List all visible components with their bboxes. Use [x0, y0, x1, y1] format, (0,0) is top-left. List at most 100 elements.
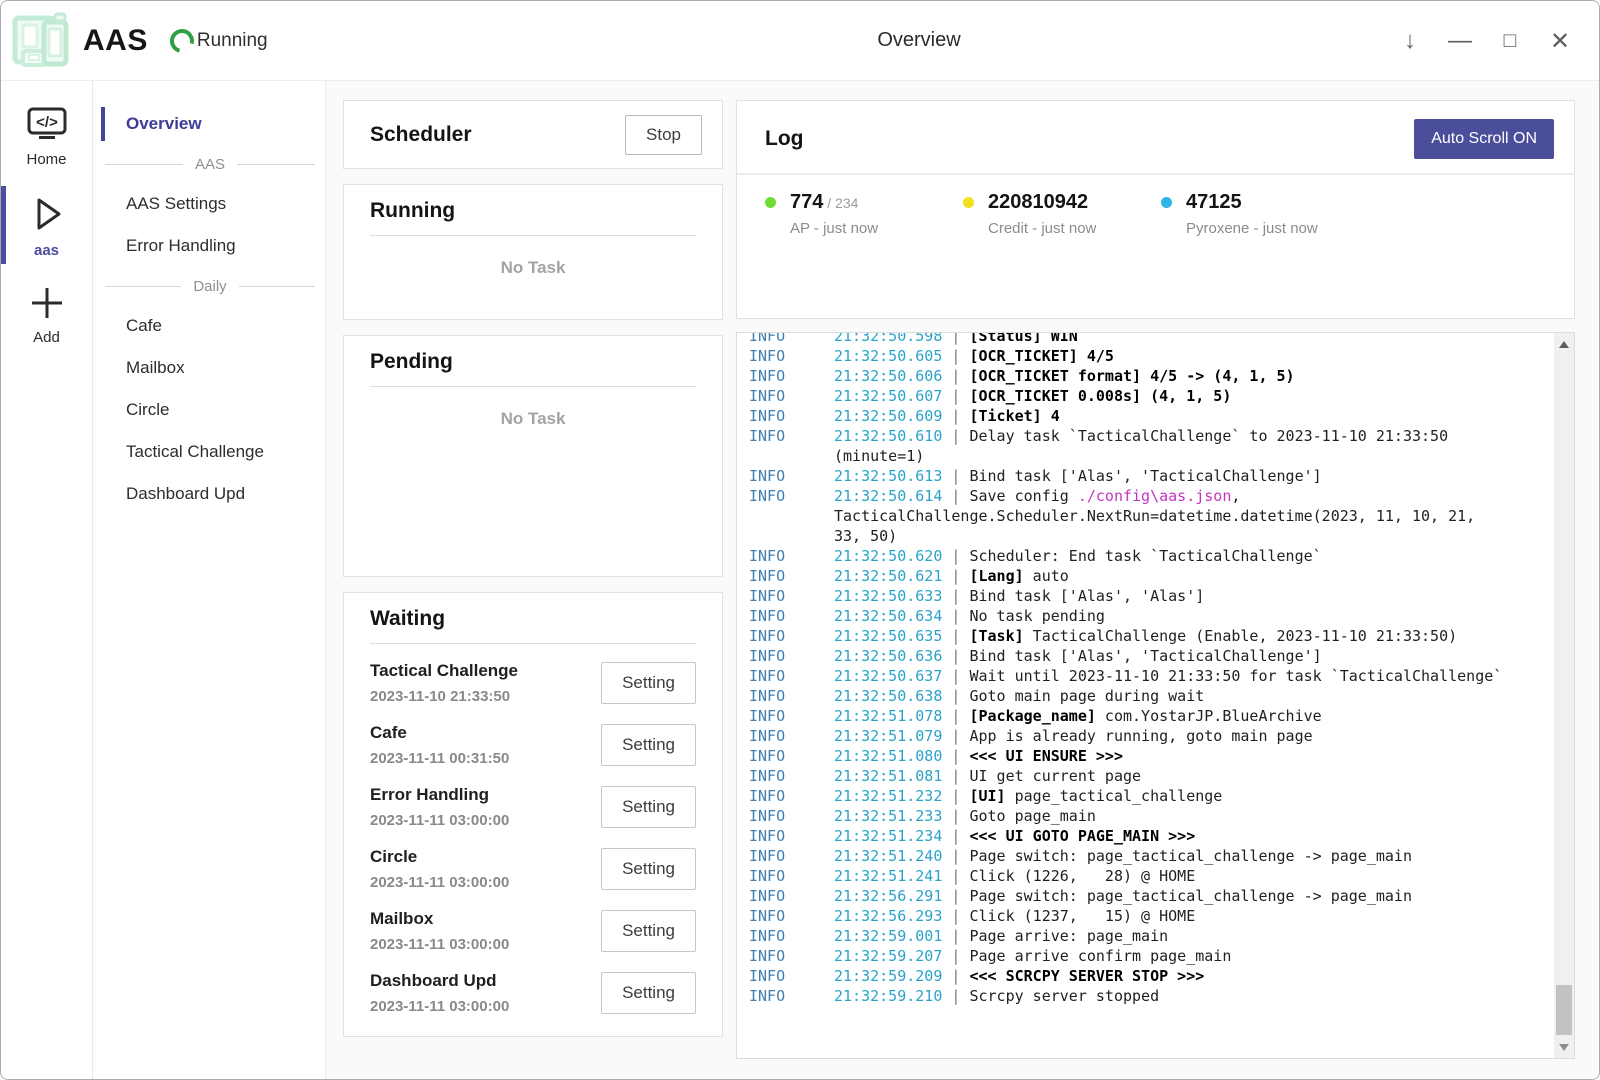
task-setting-button[interactable]: Setting: [601, 786, 696, 828]
log-line: INFO21:32:50.613 | Bind task ['Alas', 'T…: [749, 466, 1504, 486]
log-lines: INFO21:32:50.598 | [Status] WININFO21:32…: [749, 333, 1554, 1006]
window-controls: ↓— □ ✕: [1385, 1, 1585, 81]
log-message-part: Wait until 2023-11-10 21:33:50 for task …: [969, 667, 1502, 685]
nav-item-tactical-challenge[interactable]: Tactical Challenge: [93, 431, 325, 473]
log-message-part: auto: [1024, 567, 1069, 585]
log-timestamp: 21:32:51.078: [834, 707, 942, 725]
stop-button[interactable]: Stop: [625, 115, 702, 155]
log-level: INFO: [749, 646, 785, 666]
nav-item-overview[interactable]: Overview: [93, 103, 325, 145]
log-message-part: Save config: [969, 487, 1077, 505]
task-next-run: 2023-11-11 00:31:50: [370, 750, 509, 767]
minimize-button[interactable]: —: [1435, 18, 1485, 64]
log-separator: |: [942, 687, 969, 705]
log-message-part: [Package_name]: [969, 707, 1095, 725]
nav-item-label: Circle: [126, 400, 169, 420]
plus-icon: [1, 283, 92, 323]
log-level: INFO: [749, 806, 785, 826]
stat-label: Pyroxene - just now: [1186, 220, 1318, 237]
log-timestamp: 21:32:51.241: [834, 867, 942, 885]
resource-stat: 220810942Credit - just now: [963, 191, 1161, 237]
log-level: INFO: [749, 766, 785, 786]
log-timestamp: 21:32:50.610: [834, 427, 942, 445]
log-message-part: Goto page_main: [969, 807, 1095, 825]
scheduler-card: Scheduler Stop: [343, 100, 723, 169]
task-name: Dashboard Upd: [370, 971, 509, 991]
code-monitor-icon: </>: [1, 105, 92, 145]
log-line: INFO21:32:59.001 | Page arrive: page_mai…: [749, 926, 1504, 946]
log-separator: |: [942, 707, 969, 725]
log-message-part: Page switch: page_tactical_challenge -> …: [969, 887, 1412, 905]
log-timestamp: 21:32:51.234: [834, 827, 942, 845]
divider: [370, 643, 696, 644]
maximize-button[interactable]: □: [1485, 18, 1535, 64]
nav-item-aas-settings[interactable]: AAS Settings: [93, 183, 325, 225]
log-separator: |: [942, 967, 969, 985]
nav-item-circle[interactable]: Circle: [93, 389, 325, 431]
log-message-part: App is already running, goto main page: [969, 727, 1312, 745]
log-timestamp: 21:32:56.293: [834, 907, 942, 925]
log-separator: |: [942, 487, 969, 505]
app-body: </>HomeaasAdd OverviewAASAAS SettingsErr…: [1, 81, 1599, 1079]
log-line: INFO21:32:59.207 | Page arrive confirm p…: [749, 946, 1504, 966]
maximize-icon: □: [1504, 29, 1517, 53]
rail-item-add[interactable]: Add: [1, 275, 92, 356]
stat-value: 47125: [1186, 191, 1318, 214]
scrollbar-thumb[interactable]: [1556, 985, 1572, 1035]
task-setting-button[interactable]: Setting: [601, 848, 696, 890]
nav-item-label: Mailbox: [126, 358, 185, 378]
close-icon: ✕: [1550, 27, 1570, 56]
rail-item-aas[interactable]: aas: [1, 184, 92, 269]
log-message-part: No task pending: [969, 607, 1104, 625]
log-message-part: Scheduler: End task `TacticalChallenge`: [969, 547, 1321, 565]
task-setting-button[interactable]: Setting: [601, 662, 696, 704]
log-column: Log Auto Scroll ON 774 / 234AP - just no…: [736, 100, 1575, 1059]
task-setting-button[interactable]: Setting: [601, 910, 696, 952]
log-level: INFO: [749, 706, 785, 726]
log-level: INFO: [749, 946, 785, 966]
log-timestamp: 21:32:50.637: [834, 667, 942, 685]
divider-line: [105, 164, 183, 165]
log-timestamp: 21:32:50.636: [834, 647, 942, 665]
task-setting-button[interactable]: Setting: [601, 724, 696, 766]
log-message-part: <<< UI ENSURE >>>: [969, 747, 1123, 765]
stat-body: 220810942Credit - just now: [988, 191, 1096, 237]
close-button[interactable]: ✕: [1535, 18, 1585, 64]
rail-item-home[interactable]: </>Home: [1, 97, 92, 178]
scroll-down-icon[interactable]: [1554, 1038, 1574, 1056]
log-level: INFO: [749, 686, 785, 706]
scroll-up-icon[interactable]: [1554, 335, 1574, 353]
log-separator: |: [942, 927, 969, 945]
log-scroll-area[interactable]: INFO21:32:50.598 | [Status] WININFO21:32…: [737, 333, 1554, 1058]
scheduler-status: Running: [197, 30, 268, 52]
task-next-run: 2023-11-11 03:00:00: [370, 812, 509, 829]
nav-item-label: Tactical Challenge: [126, 442, 264, 462]
log-level: INFO: [749, 746, 785, 766]
download-button[interactable]: ↓: [1385, 18, 1435, 64]
log-message-part: [OCR_TICKET] 4/5: [969, 347, 1114, 365]
nav-item-mailbox[interactable]: Mailbox: [93, 347, 325, 389]
log-line: INFO21:32:56.291 | Page switch: page_tac…: [749, 886, 1504, 906]
log-message-part: [Ticket] 4: [969, 407, 1059, 425]
log-level: INFO: [749, 426, 785, 446]
log-separator: |: [942, 747, 969, 765]
nav-item-error-handling[interactable]: Error Handling: [93, 225, 325, 267]
task-name: Cafe: [370, 723, 509, 743]
log-level: INFO: [749, 786, 785, 806]
log-timestamp: 21:32:50.635: [834, 627, 942, 645]
log-level: INFO: [749, 386, 785, 406]
task-info: Tactical Challenge2023-11-10 21:33:50: [370, 661, 518, 705]
rail-item-label: Add: [1, 329, 92, 346]
log-scrollbar[interactable]: [1554, 333, 1574, 1058]
log-level: INFO: [749, 566, 785, 586]
log-line: INFO21:32:50.620 | Scheduler: End task `…: [749, 546, 1504, 566]
nav-item-cafe[interactable]: Cafe: [93, 305, 325, 347]
log-line: INFO21:32:50.607 | [OCR_TICKET 0.008s] (…: [749, 386, 1504, 406]
autoscroll-toggle-button[interactable]: Auto Scroll ON: [1414, 119, 1554, 159]
nav-item-dashboard-upd[interactable]: Dashboard Upd: [93, 473, 325, 515]
log-timestamp: 21:32:50.598: [834, 333, 942, 345]
stat-label: Credit - just now: [988, 220, 1096, 237]
pending-title: Pending: [370, 350, 696, 374]
main-content: Scheduler Stop Running No Task Pending N…: [326, 81, 1599, 1079]
task-setting-button[interactable]: Setting: [601, 972, 696, 1014]
